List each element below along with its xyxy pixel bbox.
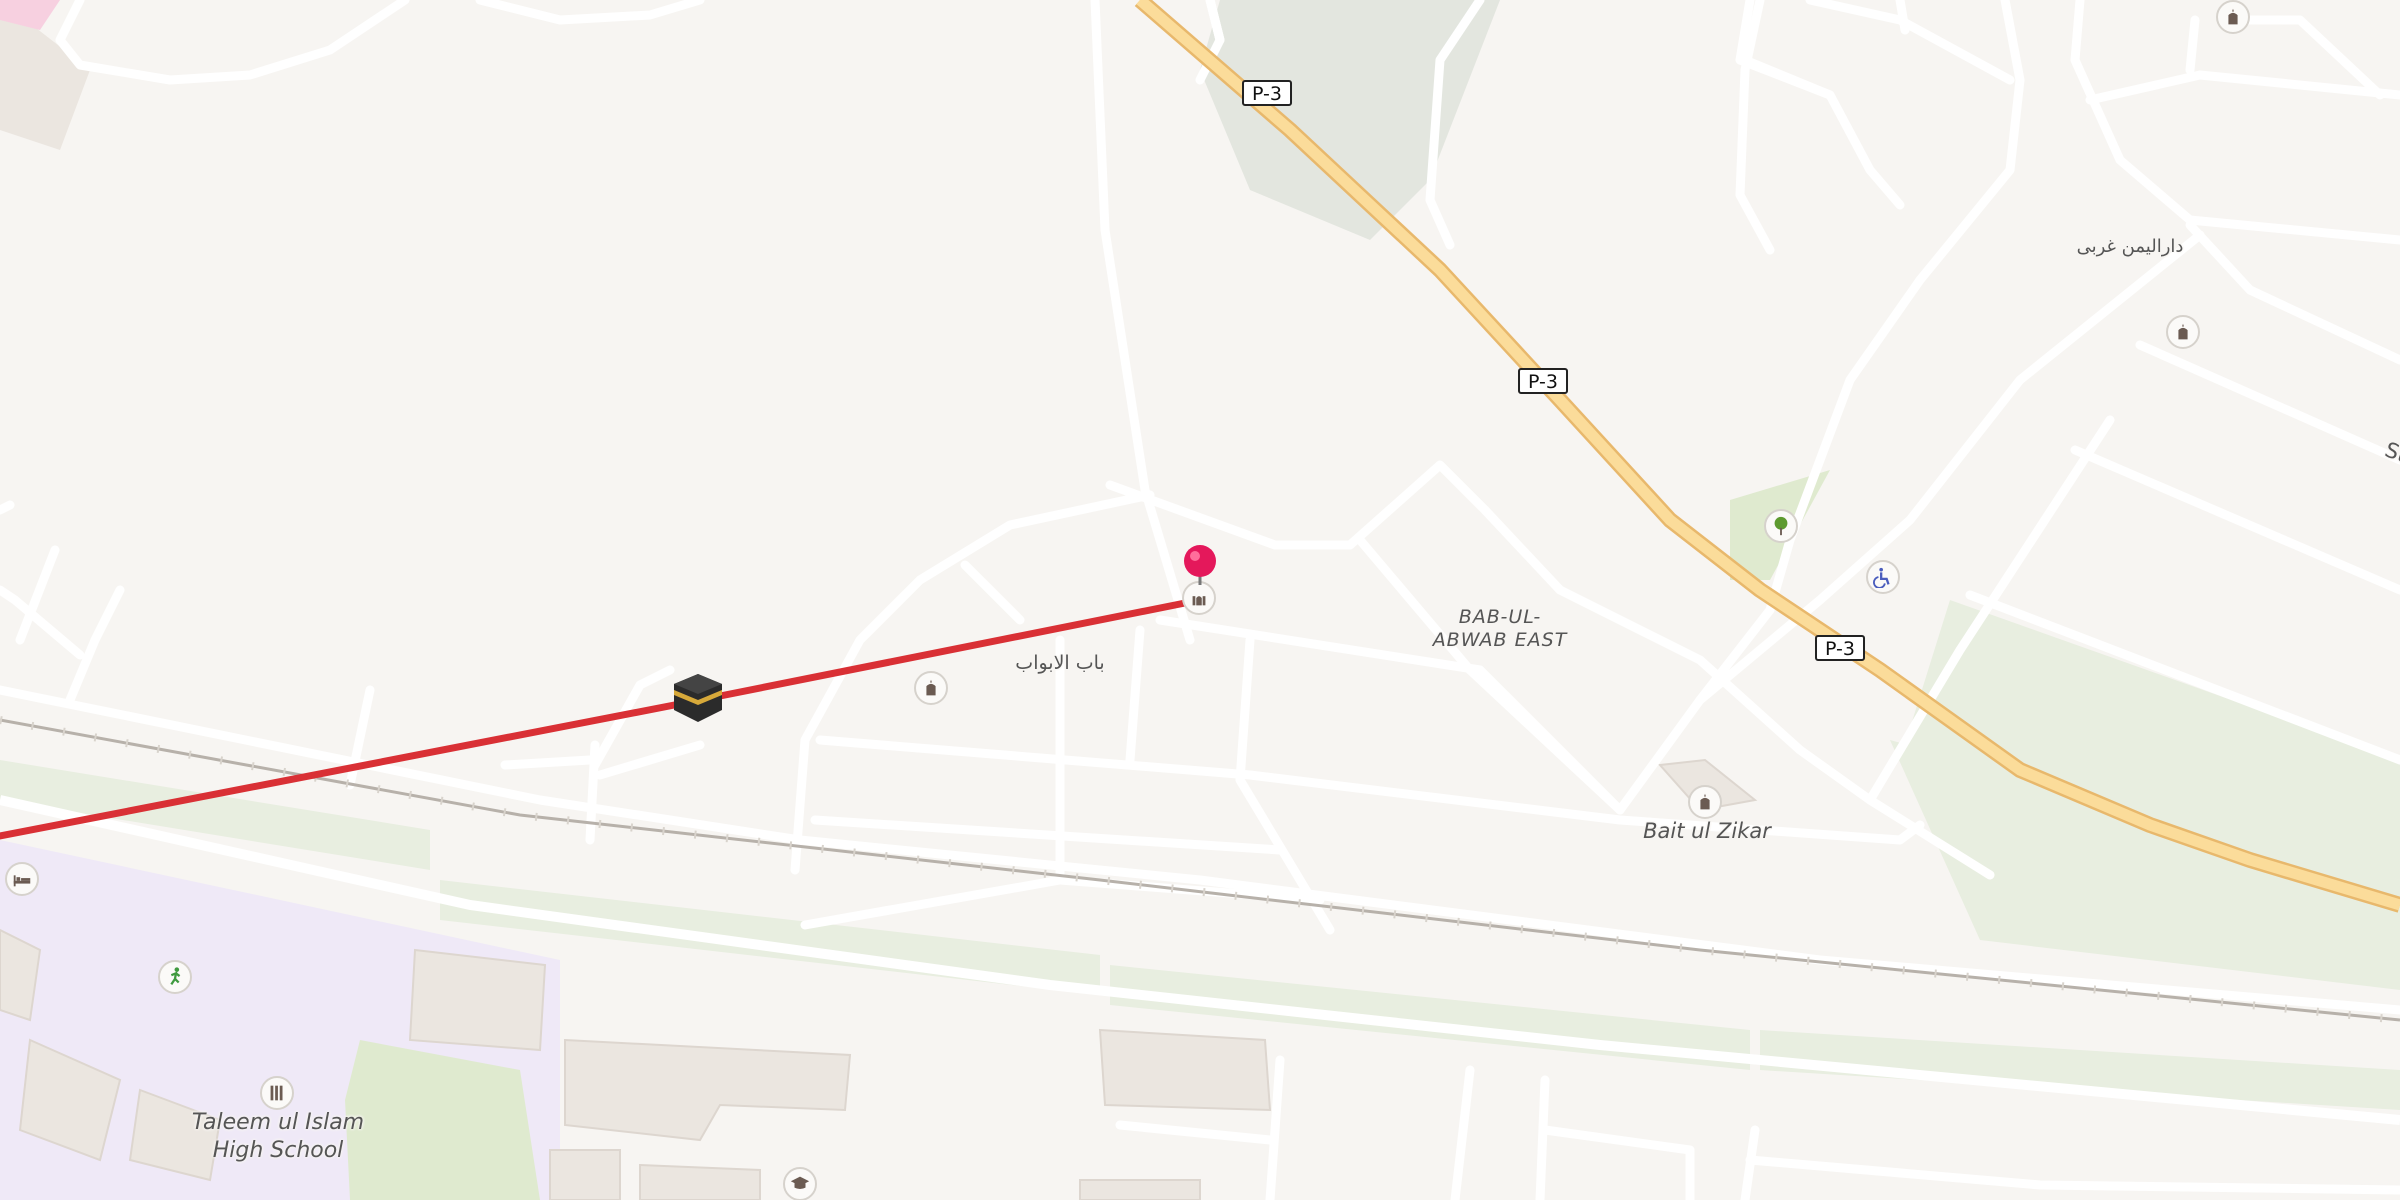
- mosque-icon[interactable]: [1688, 785, 1722, 819]
- highway-shield-p3: P-3: [1518, 368, 1568, 394]
- map-canvas[interactable]: P-3 P-3 P-3 باب الابواب BAB-UL- ABWAB EA…: [0, 0, 2400, 1200]
- place-label-bab-ul-abwab-east-line2[interactable]: ABWAB EAST: [1433, 629, 1568, 651]
- bed-icon[interactable]: [5, 862, 39, 896]
- tree-icon[interactable]: [1764, 509, 1798, 543]
- running-icon[interactable]: [158, 960, 192, 994]
- mosque-icon[interactable]: [914, 671, 948, 705]
- highway-shield-p3: P-3: [1242, 80, 1292, 106]
- red-pin-marker[interactable]: [1182, 545, 1218, 585]
- mosque-icon[interactable]: [2216, 0, 2250, 34]
- mosque-icon[interactable]: [1182, 581, 1216, 615]
- place-label-darul-yemen[interactable]: دارالیمن غربی: [2077, 236, 2184, 257]
- route-line: [0, 596, 1204, 840]
- school-icon[interactable]: [260, 1076, 294, 1110]
- mosque-icon[interactable]: [2166, 315, 2200, 349]
- poi-label-school-line1[interactable]: Taleem ul Islam: [192, 1110, 364, 1135]
- kaaba-icon[interactable]: [670, 670, 726, 726]
- place-label-bab-ul-abwab-east-line1[interactable]: BAB-UL-: [1459, 606, 1541, 628]
- highway-shield-p3: P-3: [1815, 635, 1865, 661]
- graduation-cap-icon[interactable]: [783, 1167, 817, 1200]
- poi-label-bait-ul-zikar[interactable]: Bait ul Zikar: [1643, 819, 1771, 843]
- place-label-bab-ul-abwab-arabic[interactable]: باب الابواب: [1015, 652, 1104, 674]
- poi-label-school-line2[interactable]: High School: [213, 1138, 344, 1163]
- wheelchair-icon[interactable]: [1866, 560, 1900, 594]
